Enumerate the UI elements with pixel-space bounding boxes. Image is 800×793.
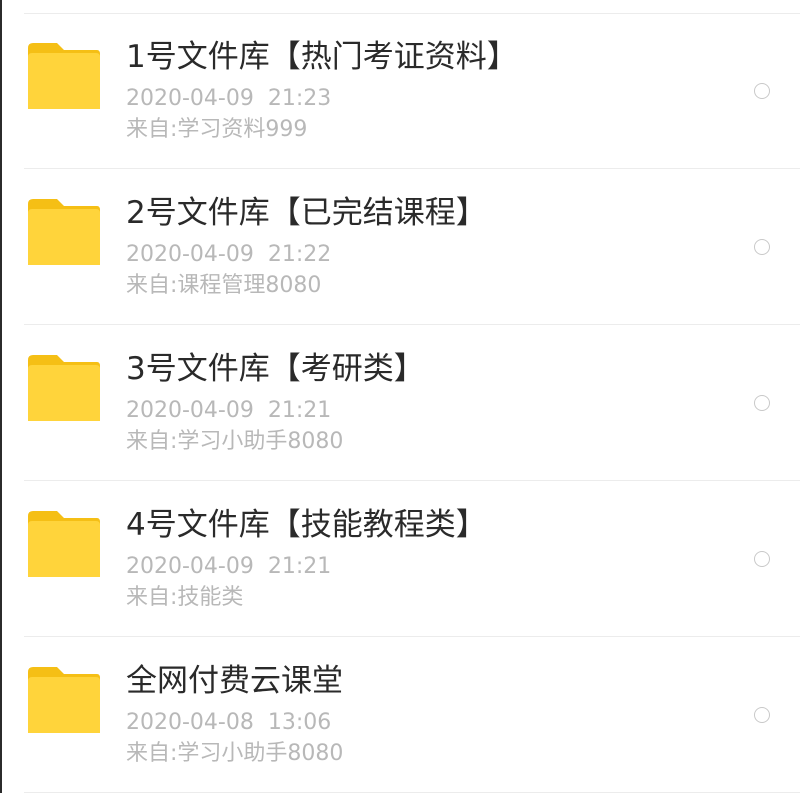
file-row[interactable]: 2号文件库【已完结课程】 2020-04-09 21:22 来自:课程管理808…: [2, 169, 800, 325]
file-name[interactable]: 4号文件库【技能教程类】: [126, 505, 487, 545]
select-radio[interactable]: [754, 395, 770, 411]
file-source: 来自:学习小助手8080: [126, 741, 344, 766]
file-date: 2020-04-09 21:21: [126, 398, 332, 423]
file-row[interactable]: 1号文件库【热门考证资料】 2020-04-09 21:23 来自:学习资料99…: [2, 13, 800, 169]
file-source: 来自:学习小助手8080: [126, 429, 344, 454]
folder-icon: [28, 667, 100, 733]
folder-icon: [28, 355, 100, 421]
file-name[interactable]: 全网付费云课堂: [126, 661, 343, 701]
file-source: 来自:学习资料999: [126, 117, 308, 142]
folder-icon: [28, 511, 100, 577]
file-name[interactable]: 1号文件库【热门考证资料】: [126, 37, 518, 77]
select-radio[interactable]: [754, 551, 770, 567]
file-date: 2020-04-09 21:22: [126, 242, 332, 267]
folder-icon: [28, 199, 100, 265]
file-source: 来自:课程管理8080: [126, 273, 322, 298]
select-radio[interactable]: [754, 707, 770, 723]
file-name[interactable]: 2号文件库【已完结课程】: [126, 193, 487, 233]
file-list: 1号文件库【热门考证资料】 2020-04-09 21:23 来自:学习资料99…: [0, 0, 800, 793]
file-row[interactable]: 3号文件库【考研类】 2020-04-09 21:21 来自:学习小助手8080: [2, 325, 800, 481]
file-date: 2020-04-09 21:21: [126, 554, 332, 579]
file-row[interactable]: 4号文件库【技能教程类】 2020-04-09 21:21 来自:技能类: [2, 481, 800, 637]
file-date: 2020-04-09 21:23: [126, 86, 332, 111]
select-radio[interactable]: [754, 83, 770, 99]
file-row[interactable]: 全网付费云课堂 2020-04-08 13:06 来自:学习小助手8080: [2, 637, 800, 793]
file-name[interactable]: 3号文件库【考研类】: [126, 349, 425, 389]
file-date: 2020-04-08 13:06: [126, 710, 332, 735]
folder-icon: [28, 43, 100, 109]
select-radio[interactable]: [754, 239, 770, 255]
file-source: 来自:技能类: [126, 585, 244, 610]
